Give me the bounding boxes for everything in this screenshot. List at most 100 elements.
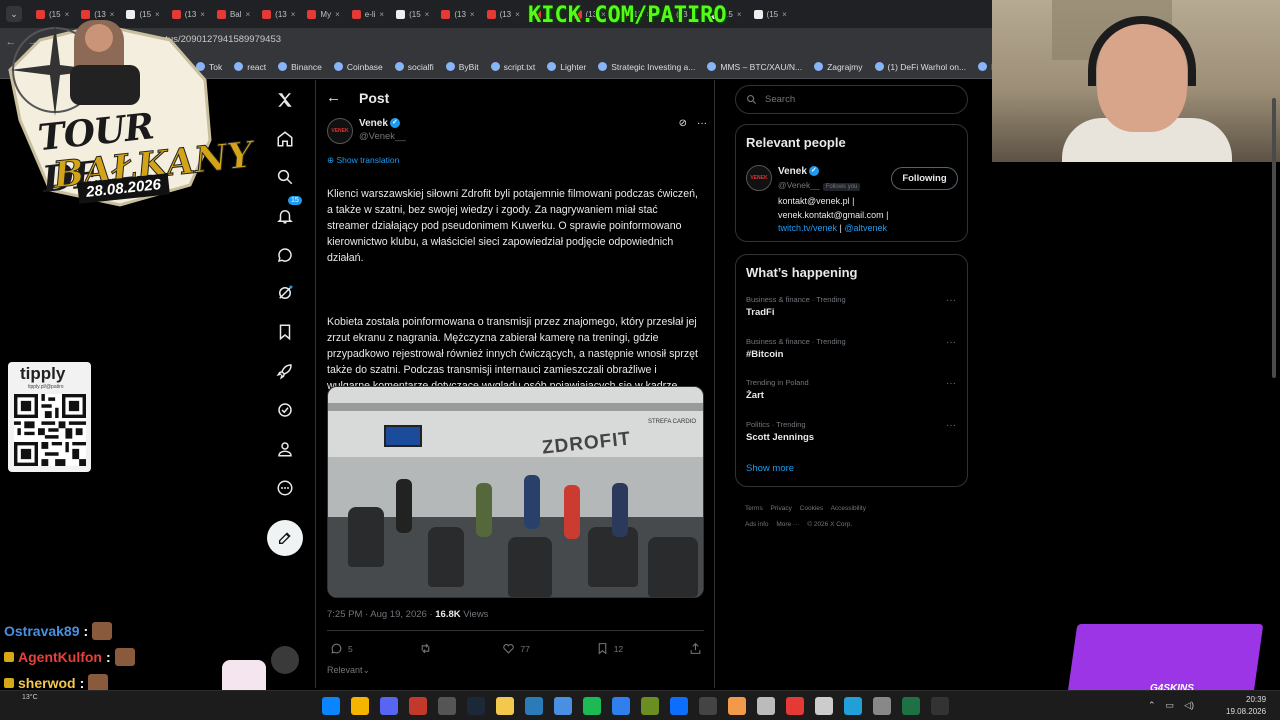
bookmark-item[interactable]: Coinbase — [333, 62, 383, 72]
trend-more-icon[interactable]: ··· — [946, 420, 956, 431]
tab-close-icon[interactable]: × — [782, 10, 787, 19]
record-icon[interactable] — [786, 697, 804, 715]
more-icon[interactable] — [264, 470, 306, 506]
game-icon[interactable] — [641, 697, 659, 715]
notes-icon[interactable] — [409, 697, 427, 715]
tab-close-icon[interactable]: × — [470, 10, 475, 19]
footer-link[interactable]: More ··· — [776, 521, 799, 528]
grok-icon[interactable] — [264, 275, 306, 311]
telegram-icon[interactable] — [844, 697, 862, 715]
settings-icon[interactable] — [757, 697, 775, 715]
browser-tab[interactable]: (15 × — [748, 0, 793, 28]
network-icon[interactable]: ▭ — [1166, 700, 1175, 711]
browser-tab[interactable]: e-li × — [346, 0, 390, 28]
browser-tab[interactable]: (13 × — [256, 0, 301, 28]
repost-button[interactable] — [419, 642, 437, 655]
taskbar-clock[interactable]: 20:39 19.08.2026 — [1226, 694, 1266, 718]
app-icon[interactable] — [612, 697, 630, 715]
tab-close-icon[interactable]: × — [335, 10, 340, 19]
browser-icon[interactable] — [525, 697, 543, 715]
browser-tab[interactable]: My × — [301, 0, 345, 28]
profile-icon[interactable] — [264, 431, 306, 467]
page-scrollbar[interactable] — [1270, 80, 1278, 690]
grok-explain-icon[interactable]: ⊘ — [679, 118, 687, 129]
x-app-icon[interactable] — [670, 697, 688, 715]
chrome-icon[interactable] — [351, 697, 369, 715]
footer-link[interactable]: Cookies — [800, 505, 823, 512]
footer-link[interactable]: Accessibility — [831, 505, 866, 512]
bookmark-item[interactable]: Binance — [278, 62, 322, 72]
bookmark-button[interactable]: 12 — [596, 642, 623, 655]
reply-sort-dropdown[interactable]: Relevant⌄ — [327, 665, 370, 676]
browser-tab[interactable]: Bal × — [211, 0, 256, 28]
footer-link[interactable]: Terms — [745, 505, 763, 512]
author-name-row[interactable]: Venek ✓ — [359, 118, 400, 129]
bookmark-item[interactable]: socialfi — [394, 62, 434, 72]
trend-more-icon[interactable]: ··· — [946, 337, 956, 348]
person-name-row[interactable]: Venek ✓ — [778, 166, 819, 177]
browser-tab[interactable]: (13 × — [435, 0, 480, 28]
notifications-icon[interactable]: 15 — [264, 196, 306, 234]
bookmark-item[interactable]: Patiro g... — [978, 62, 992, 72]
bookmarks-icon[interactable] — [264, 314, 306, 350]
post-time[interactable]: 7:25 PM · Aug 19, 2026 · — [327, 609, 435, 620]
author-avatar[interactable]: VENEK — [327, 118, 353, 144]
reply-button[interactable]: 5 — [330, 642, 353, 655]
following-button[interactable]: Following — [891, 167, 958, 190]
media-icon[interactable] — [815, 697, 833, 715]
author-name[interactable]: Venek — [359, 118, 388, 129]
discord-icon[interactable] — [380, 697, 398, 715]
like-button[interactable]: 77 — [502, 642, 530, 655]
terminal-icon[interactable] — [699, 697, 717, 715]
search-input[interactable]: Search — [735, 85, 968, 114]
tab-close-icon[interactable]: × — [246, 10, 251, 19]
bookmark-item[interactable]: Strategic Investing a... — [598, 62, 695, 72]
obs-icon[interactable] — [438, 697, 456, 715]
search-icon[interactable] — [264, 159, 306, 195]
author-handle[interactable]: @Venek__ — [359, 131, 406, 142]
footer-link[interactable]: Privacy — [771, 505, 792, 512]
browser-tab[interactable]: (15 × — [390, 0, 435, 28]
person-avatar[interactable]: VENEK — [746, 165, 772, 191]
person-name[interactable]: Venek — [778, 166, 807, 177]
trend-item[interactable]: Business & finance · Trending #Bitcoin ·… — [746, 337, 956, 360]
footer-link[interactable]: Ads info — [745, 521, 769, 528]
bookmark-item[interactable]: ByBit — [445, 62, 479, 72]
show-more-link[interactable]: Show more — [746, 463, 794, 474]
bio-link-twitch[interactable]: twitch.tv/venek — [778, 223, 837, 233]
steam-icon[interactable] — [467, 697, 485, 715]
scroll-thumb[interactable] — [1272, 98, 1276, 378]
explorer-icon[interactable] — [496, 697, 514, 715]
spotify-icon[interactable] — [583, 697, 601, 715]
browser-tab[interactable]: (13 × — [481, 0, 526, 28]
trend-more-icon[interactable]: ··· — [946, 295, 956, 306]
windows-start-icon[interactable] — [322, 697, 340, 715]
messages-icon[interactable] — [264, 237, 306, 273]
trend-item[interactable]: Trending in Poland Żart ··· — [746, 378, 956, 401]
x-logo-icon[interactable] — [264, 82, 306, 118]
trend-more-icon[interactable]: ··· — [946, 378, 956, 389]
post-more-icon[interactable]: ··· — [697, 118, 707, 129]
bookmark-item[interactable]: MMS – BTC/XAU/N... — [707, 62, 802, 72]
chart-icon[interactable] — [728, 697, 746, 715]
tray-chevron-icon[interactable]: ⌃ — [1148, 700, 1156, 711]
show-translation-link[interactable]: ⊕ Show translation — [327, 155, 399, 166]
tab-close-icon[interactable]: × — [379, 10, 384, 19]
verified-orgs-icon[interactable] — [264, 392, 306, 428]
premium-rocket-icon[interactable] — [264, 353, 306, 389]
trend-item[interactable]: Politics · Trending Scott Jennings ··· — [746, 420, 956, 443]
tab-close-icon[interactable]: × — [515, 10, 520, 19]
tool-icon[interactable] — [554, 697, 572, 715]
tab-close-icon[interactable]: × — [291, 10, 296, 19]
trend-item[interactable]: Business & finance · Trending TradFi ··· — [746, 295, 956, 318]
post-image[interactable]: ZDROFIT STREFA CARDIO — [327, 386, 704, 598]
console-icon[interactable] — [931, 697, 949, 715]
bookmark-item[interactable]: script.txt — [490, 62, 535, 72]
compose-post-button[interactable] — [267, 520, 303, 556]
volume-icon[interactable]: ◁) — [1184, 700, 1194, 711]
account-avatar[interactable] — [271, 646, 299, 674]
tab-close-icon[interactable]: × — [425, 10, 430, 19]
excel-icon[interactable] — [902, 697, 920, 715]
bookmark-item[interactable]: Zagrajmy — [814, 62, 863, 72]
share-button[interactable] — [689, 642, 702, 655]
